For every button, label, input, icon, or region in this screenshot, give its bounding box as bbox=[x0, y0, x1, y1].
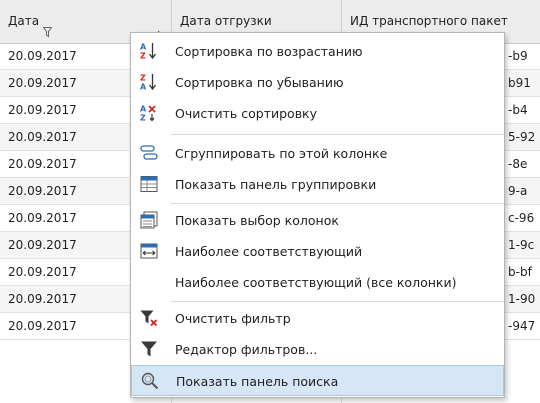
package-id-cell: 5-92 bbox=[508, 130, 536, 144]
package-id-cell: 1-9c bbox=[508, 238, 535, 252]
group-panel-icon bbox=[139, 174, 159, 194]
package-id-cell: 1-90 bbox=[508, 292, 536, 306]
package-id-cell: -8e bbox=[508, 157, 528, 171]
menu-item-best-fit[interactable]: Наиболее соответствующий bbox=[131, 236, 504, 267]
svg-text:Z: Z bbox=[140, 74, 146, 83]
column-context-menu: A Z Сортировка по возрастанию Z A Сортир… bbox=[130, 32, 505, 398]
sort-descending-icon: Z A bbox=[139, 72, 159, 92]
menu-separator bbox=[171, 203, 504, 204]
menu-item-clear-filter[interactable]: Очистить фильтр bbox=[131, 303, 504, 334]
best-fit-icon bbox=[139, 241, 159, 261]
menu-item-label: Сгруппировать по этой колонке bbox=[175, 146, 388, 161]
menu-item-label: Сортировка по убыванию bbox=[175, 75, 344, 90]
menu-item-label: Очистить сортировку bbox=[175, 106, 318, 121]
svg-text:Z: Z bbox=[140, 52, 146, 61]
menu-item-label: Сортировка по возрастанию bbox=[175, 44, 363, 59]
clear-sorting-icon: A Z bbox=[139, 103, 159, 123]
menu-item-label: Показать панель поиска bbox=[176, 374, 339, 389]
svg-text:Z: Z bbox=[140, 114, 146, 123]
package-id-cell: b91 bbox=[508, 76, 531, 90]
menu-item-group-by-column[interactable]: Сгруппировать по этой колонке bbox=[131, 138, 504, 169]
svg-text:A: A bbox=[140, 105, 147, 114]
svg-text:A: A bbox=[140, 43, 147, 52]
menu-item-label: Показать выбор колонок bbox=[175, 213, 339, 228]
svg-text:A: A bbox=[140, 83, 147, 92]
package-id-cell: b-bf bbox=[508, 265, 532, 279]
package-id-cell: -b4 bbox=[508, 103, 528, 117]
package-id-cell: c-96 bbox=[508, 211, 535, 225]
clear-filter-icon bbox=[139, 308, 159, 328]
search-panel-icon bbox=[140, 371, 160, 391]
menu-item-column-chooser[interactable]: Показать выбор колонок bbox=[131, 205, 504, 236]
column-header-date-label: Дата bbox=[8, 14, 40, 28]
package-id-cell: -b9 bbox=[508, 49, 528, 63]
group-by-column-icon bbox=[139, 143, 159, 163]
menu-item-label: Редактор фильтров... bbox=[175, 342, 318, 357]
menu-item-label: Очистить фильтр bbox=[175, 311, 291, 326]
filter-funnel-icon[interactable] bbox=[42, 13, 53, 43]
menu-separator bbox=[171, 301, 504, 302]
menu-item-best-fit-all-columns[interactable]: Наиболее соответствующий (все колонки) bbox=[131, 267, 504, 298]
filter-editor-icon bbox=[139, 339, 159, 359]
column-chooser-icon bbox=[139, 210, 159, 230]
package-id-cell: 9-a bbox=[508, 184, 528, 198]
menu-item-label: Наиболее соответствующий bbox=[175, 244, 363, 259]
menu-item-label: Наиболее соответствующий (все колонки) bbox=[175, 275, 457, 290]
menu-item-show-search-panel[interactable]: Показать панель поиска bbox=[131, 365, 504, 396]
menu-item-clear-sorting[interactable]: A Z Очистить сортировку bbox=[131, 98, 504, 129]
menu-item-sort-ascending[interactable]: A Z Сортировка по возрастанию bbox=[131, 36, 504, 67]
menu-separator bbox=[171, 134, 504, 135]
sort-ascending-icon: A Z bbox=[139, 41, 159, 61]
package-id-cell: -947 bbox=[508, 319, 536, 333]
menu-item-filter-editor[interactable]: Редактор фильтров... bbox=[131, 334, 504, 365]
menu-item-sort-descending[interactable]: Z A Сортировка по убыванию bbox=[131, 67, 504, 98]
menu-item-label: Показать панель группировки bbox=[175, 177, 377, 192]
menu-item-show-group-panel[interactable]: Показать панель группировки bbox=[131, 169, 504, 200]
